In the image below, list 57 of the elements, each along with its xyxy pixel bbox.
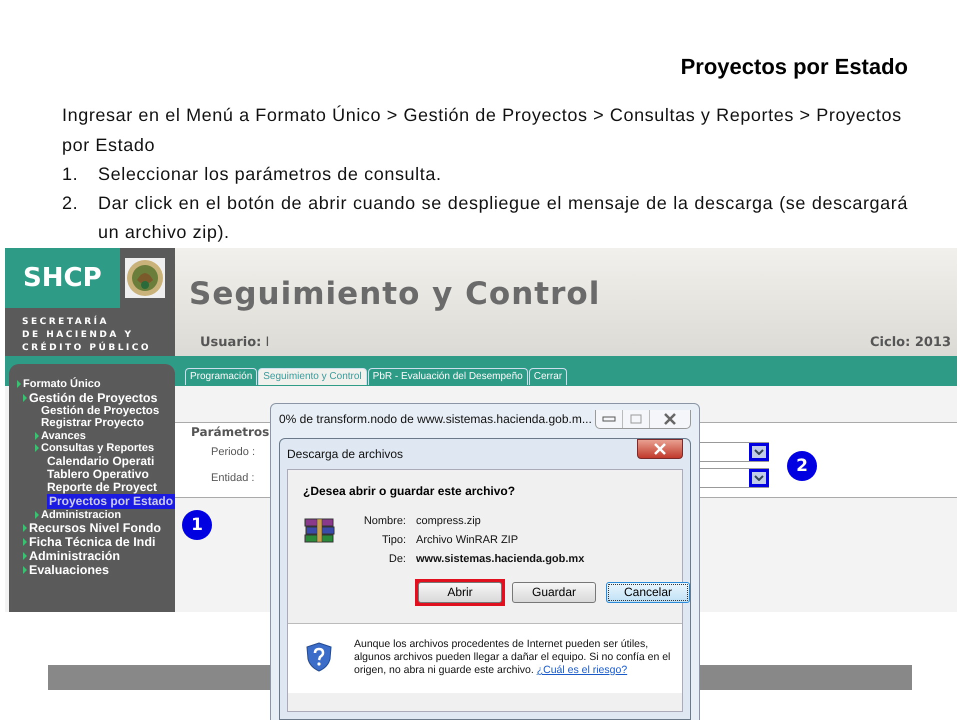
menu-item[interactable]: Registrar Proyecto [41, 417, 144, 430]
menu-item[interactable]: Avances [41, 430, 86, 442]
logo-text: SHCP [23, 263, 102, 293]
dropdown-button[interactable] [749, 443, 769, 461]
detail-value: compress.zip [416, 514, 481, 529]
agency-name: DE HACIENDA Y [22, 329, 134, 342]
menu-item[interactable]: Gestión de Proyectos [29, 390, 158, 404]
close-button[interactable] [637, 439, 683, 459]
menu-item[interactable]: Consultas y Reportes [41, 442, 154, 454]
menu-item[interactable]: Calendario Operati [47, 454, 154, 468]
menu-item[interactable]: Ficha Técnica de Indi [29, 535, 156, 549]
menu-item[interactable]: Gestión de Proyectos [41, 404, 160, 417]
close-icon [663, 412, 677, 424]
agency-name: SECRETARÍA [22, 316, 110, 329]
dropdown-button[interactable] [749, 469, 769, 487]
detail-label: Nombre: [362, 514, 406, 529]
user-label: Usuario: I [200, 335, 270, 350]
menu-item[interactable]: Tablero Operativo [47, 468, 149, 480]
detail-label: Tipo: [380, 533, 406, 548]
risk-link[interactable]: ¿Cuál es el riesgo? [536, 664, 628, 676]
menu-item[interactable]: Proyectos por Estado [47, 494, 176, 508]
chevron-down-icon [754, 475, 764, 481]
panel-title: Parámetros [191, 425, 270, 439]
dialog-button[interactable]: Abrir [418, 582, 502, 602]
cycle-label: Ciclo: 2013 [870, 335, 951, 350]
detail-value: Archivo WinRAR ZIP [416, 533, 518, 548]
chevron-down-icon [754, 449, 764, 455]
field-label: Entidad : [210, 472, 256, 484]
shield-icon [306, 642, 332, 672]
step-number: 2. [62, 192, 80, 215]
archive-icon [304, 518, 336, 544]
minimize-icon [602, 414, 616, 422]
step-text: Dar click en el botón de abrir cuando se despliegue el mensaje de la descarga (se descargará un archivo zip). [98, 192, 908, 244]
system-title: Seguimiento y Control [188, 275, 602, 312]
dialog-button[interactable]: Cancelar [606, 582, 690, 602]
dialog-button[interactable]: Guardar [512, 582, 596, 602]
step-number: 1. [62, 163, 80, 186]
emblem-icon [125, 258, 165, 298]
menu-item[interactable]: Evaluaciones [29, 563, 109, 577]
agency-name: CRÉDITO PÚBLICO [22, 342, 152, 355]
dialog-question: ¿Desea abrir o guardar este archivo? [302, 484, 516, 498]
maximize-icon [630, 414, 642, 424]
instruction-text: Ingresar en el Menú a Formato Único > Gestión de Proyectos > Consultas y Reportes > Proyectos por Estado [62, 104, 903, 157]
menu-item[interactable]: Formato Único [23, 378, 101, 390]
menu-item[interactable]: Recursos Nivel Fondo [29, 521, 161, 535]
step-text: Seleccionar los parámetros de consulta. [98, 163, 443, 186]
detail-value: www.sistemas.hacienda.gob.mx [416, 552, 584, 567]
warning-text: Aunque los archivos procedentes de Internet pueden ser útiles, algunos archivos pueden llegar a dañar el equipo. Si no confía en el origen, no abra ni guarde este archivo. ¿Cuál es el riesgo? [354, 638, 672, 678]
close-icon [653, 443, 667, 455]
window-title: 0% de transform.nodo de www.sistemas.hacienda.gob.m... [279, 412, 593, 426]
menu-item[interactable]: Reporte de Proyect [47, 480, 158, 494]
menu-item[interactable]: Administración [29, 549, 120, 563]
slide-title: Proyectos por Estado [680, 54, 908, 80]
menu-item[interactable]: Administracion [41, 508, 122, 521]
dialog-title: Descarga de archivos [287, 447, 404, 461]
field-label: Periodo : [210, 446, 256, 458]
detail-label: De: [388, 552, 406, 567]
